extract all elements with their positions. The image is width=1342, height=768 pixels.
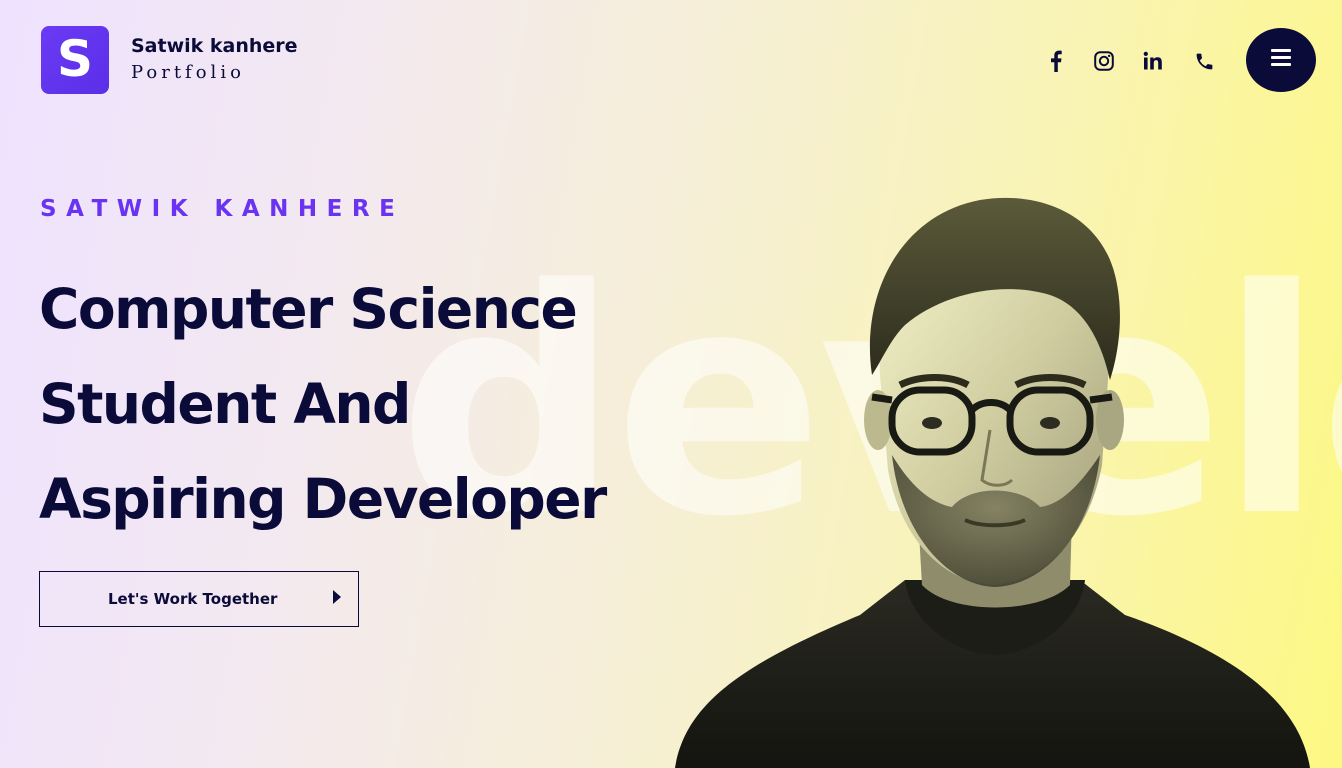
facebook-icon <box>1050 50 1062 72</box>
portfolio-hero-page: develo S Satwik kanhere Portfolio <box>0 0 1342 768</box>
brand-name: Satwik kanhere <box>131 35 298 57</box>
hamburger-menu-icon <box>1271 49 1291 71</box>
facebook-link[interactable] <box>1041 46 1071 76</box>
phone-link[interactable] <box>1189 46 1219 76</box>
logo[interactable]: S <box>41 26 109 94</box>
headline-line-2: Student And <box>39 372 411 436</box>
linkedin-link[interactable] <box>1138 46 1168 76</box>
instagram-link[interactable] <box>1089 46 1119 76</box>
cta-label: Let's Work Together <box>108 590 278 608</box>
portrait-photo <box>675 197 1310 768</box>
linkedin-icon <box>1143 51 1163 71</box>
headline-line-3: Aspiring Developer <box>39 467 607 531</box>
logo-letter: S <box>56 30 93 88</box>
hero-eyebrow: SATWIK KANHERE <box>40 196 405 222</box>
brand-subtitle: Portfolio <box>131 62 245 83</box>
lets-work-together-button[interactable]: Let's Work Together <box>39 571 359 627</box>
menu-button[interactable] <box>1246 28 1316 92</box>
phone-icon <box>1194 51 1215 72</box>
instagram-icon <box>1094 51 1114 71</box>
hero-headline: Computer Science Student And Aspiring De… <box>39 262 607 547</box>
caret-right-icon <box>332 590 342 609</box>
headline-line-1: Computer Science <box>39 277 578 341</box>
